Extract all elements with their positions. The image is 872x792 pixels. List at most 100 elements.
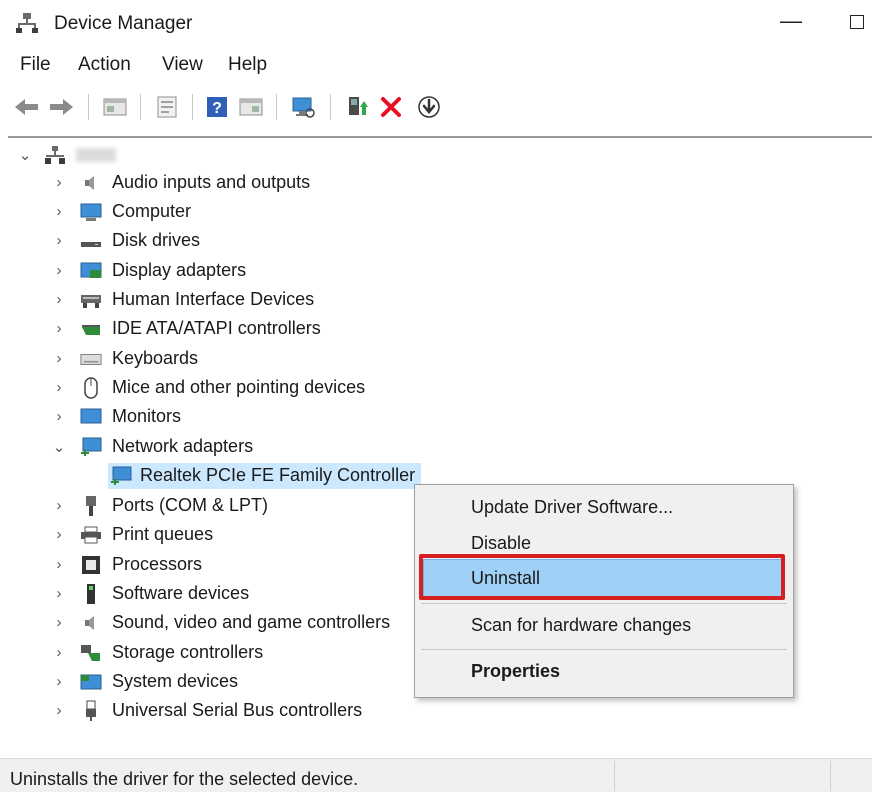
tree-item-label: Storage controllers bbox=[112, 642, 264, 662]
menu-file[interactable]: File bbox=[20, 54, 51, 76]
chevron-right-icon[interactable]: › bbox=[52, 203, 66, 220]
menu-help[interactable]: Help bbox=[228, 54, 267, 76]
tree-item-keyboards[interactable]: › Keyboards bbox=[52, 344, 199, 373]
tree-item-ide[interactable]: › IDE ATA/ATAPI controllers bbox=[52, 314, 321, 343]
tree-item-sound-controllers[interactable]: › Sound, video and game controllers bbox=[52, 608, 391, 637]
chevron-right-icon[interactable]: › bbox=[52, 644, 66, 661]
help-icon[interactable]: ? bbox=[204, 94, 230, 120]
menu-item-disable[interactable]: Disable bbox=[471, 533, 531, 554]
menu-item-uninstall[interactable]: Uninstall bbox=[471, 568, 540, 589]
selected-highlight: Realtek PCIe FE Family Controller bbox=[108, 462, 422, 489]
chevron-down-icon[interactable]: ⌄ bbox=[52, 439, 66, 456]
tree-item-label: Mice and other pointing devices bbox=[112, 377, 366, 397]
tree-item-display-adapters[interactable]: › Display adapters bbox=[52, 256, 247, 285]
status-divider bbox=[830, 761, 831, 791]
chevron-right-icon[interactable]: › bbox=[52, 497, 66, 514]
window-title: Device Manager bbox=[54, 13, 193, 34]
chevron-right-icon[interactable]: › bbox=[52, 350, 66, 367]
chevron-right-icon[interactable]: › bbox=[52, 232, 66, 249]
tree-item-label: Network adapters bbox=[112, 436, 254, 456]
device-manager-icon bbox=[16, 12, 38, 34]
chevron-right-icon[interactable]: › bbox=[52, 408, 66, 425]
sound-controller-icon bbox=[80, 612, 102, 634]
chevron-down-icon[interactable]: ⌄ bbox=[18, 147, 32, 164]
menu-action[interactable]: Action bbox=[78, 54, 131, 76]
tree-item-disk-drives[interactable]: › Disk drives bbox=[52, 226, 201, 255]
tree-item-usb-controllers[interactable]: › Universal Serial Bus controllers bbox=[52, 696, 362, 725]
tree-item-storage-controllers[interactable]: › Storage controllers bbox=[52, 638, 264, 667]
menu-view[interactable]: View bbox=[162, 54, 203, 76]
chevron-right-icon[interactable]: › bbox=[52, 673, 66, 690]
chevron-right-icon[interactable]: › bbox=[52, 291, 66, 308]
maximize-button[interactable] bbox=[850, 15, 864, 29]
status-text: Uninstalls the driver for the selected d… bbox=[10, 769, 359, 789]
tree-item-processors[interactable]: › Processors bbox=[52, 550, 203, 579]
back-arrow-icon[interactable] bbox=[14, 94, 40, 120]
chevron-right-icon[interactable]: › bbox=[52, 320, 66, 337]
display-adapter-icon bbox=[80, 260, 102, 282]
tree-item-label: Software devices bbox=[112, 583, 250, 603]
show-hidden-icon[interactable] bbox=[154, 94, 180, 120]
monitor-scan-icon[interactable] bbox=[290, 94, 316, 120]
chevron-right-icon[interactable]: › bbox=[52, 702, 66, 719]
tree-item-realtek-controller[interactable]: Realtek PCIe FE Family Controller bbox=[108, 461, 422, 490]
toolbar-separator bbox=[192, 94, 193, 120]
properties-pane-icon[interactable] bbox=[102, 94, 128, 120]
hid-icon bbox=[80, 289, 102, 311]
tree-item-label: Computer bbox=[112, 201, 192, 221]
tree-item-hid[interactable]: › Human Interface Devices bbox=[52, 285, 315, 314]
menu-item-properties[interactable]: Properties bbox=[471, 661, 560, 682]
port-icon bbox=[80, 495, 102, 517]
toolbar: ? bbox=[0, 88, 872, 128]
tree-item-computer[interactable]: › Computer bbox=[52, 197, 192, 226]
software-device-icon bbox=[80, 583, 102, 605]
tree-item-label: System devices bbox=[112, 671, 239, 691]
monitor-icon bbox=[80, 406, 102, 428]
tree-item-audio[interactable]: › Audio inputs and outputs bbox=[52, 168, 311, 197]
add-driver-icon[interactable] bbox=[344, 94, 370, 120]
forward-arrow-icon[interactable] bbox=[48, 94, 74, 120]
tree-item-system-devices[interactable]: › System devices bbox=[52, 667, 239, 696]
chevron-right-icon[interactable]: › bbox=[52, 526, 66, 543]
network-adapter-icon bbox=[110, 465, 132, 487]
tree-item-label: Processors bbox=[112, 554, 203, 574]
disk-drive-icon bbox=[80, 230, 102, 252]
action-pane-icon[interactable] bbox=[238, 94, 264, 120]
menu-item-update-driver[interactable]: Update Driver Software... bbox=[471, 497, 673, 518]
speaker-icon bbox=[80, 172, 102, 194]
mouse-icon bbox=[80, 376, 102, 399]
status-divider bbox=[614, 761, 615, 791]
tree-item-label: Realtek PCIe FE Family Controller bbox=[140, 465, 416, 485]
svg-text:?: ? bbox=[212, 100, 222, 117]
chevron-right-icon[interactable]: › bbox=[52, 556, 66, 573]
usb-icon bbox=[80, 700, 102, 722]
tree-item-label: Monitors bbox=[112, 406, 182, 426]
tree-root[interactable]: ⌄ bbox=[18, 140, 116, 169]
tree-item-label: Ports (COM & LPT) bbox=[112, 495, 269, 515]
menu-separator bbox=[421, 649, 787, 650]
status-bar: Uninstalls the driver for the selected d… bbox=[0, 758, 872, 792]
tree-item-label: Display adapters bbox=[112, 260, 247, 280]
system-device-icon bbox=[80, 671, 102, 693]
tree-item-print-queues[interactable]: › Print queues bbox=[52, 520, 214, 549]
tree-item-software-devices[interactable]: › Software devices bbox=[52, 579, 249, 608]
ide-controller-icon bbox=[80, 318, 102, 340]
minimize-button[interactable]: — bbox=[780, 8, 802, 34]
chevron-right-icon[interactable]: › bbox=[52, 614, 66, 631]
tree-item-label: Audio inputs and outputs bbox=[112, 172, 311, 192]
tree-item-ports[interactable]: › Ports (COM & LPT) bbox=[52, 491, 268, 520]
tree-item-label: Keyboards bbox=[112, 348, 199, 368]
tree-item-monitors[interactable]: › Monitors bbox=[52, 402, 182, 431]
tree-item-label: Universal Serial Bus controllers bbox=[112, 700, 363, 720]
chevron-right-icon[interactable]: › bbox=[52, 379, 66, 396]
menu-item-scan-hardware[interactable]: Scan for hardware changes bbox=[471, 615, 691, 636]
tree-item-network-adapters[interactable]: ⌄ Network adapters bbox=[52, 432, 253, 461]
chevron-right-icon[interactable]: › bbox=[52, 174, 66, 191]
chevron-right-icon[interactable]: › bbox=[52, 262, 66, 279]
update-driver-icon[interactable] bbox=[416, 94, 442, 120]
chevron-right-icon[interactable]: › bbox=[52, 585, 66, 602]
tree-item-label: Human Interface Devices bbox=[112, 289, 315, 309]
uninstall-x-icon[interactable] bbox=[378, 94, 404, 120]
toolbar-separator bbox=[140, 94, 141, 120]
tree-item-mice[interactable]: › Mice and other pointing devices bbox=[52, 373, 365, 402]
